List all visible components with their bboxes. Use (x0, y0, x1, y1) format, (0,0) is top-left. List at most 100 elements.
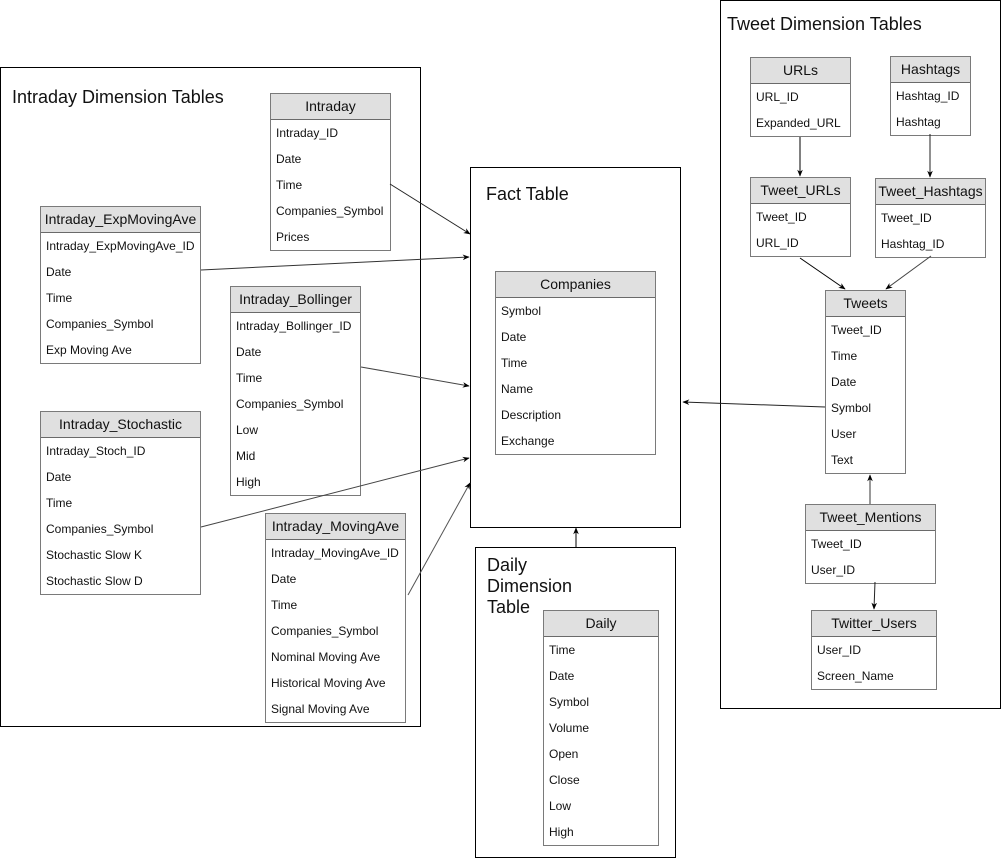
table-field-row[interactable]: Intraday_MovingAve_ID (266, 540, 405, 566)
table-field-row[interactable]: Signal Moving Ave (266, 696, 405, 722)
table-field-row[interactable]: Description (496, 402, 655, 428)
table-field-row[interactable]: Companies_Symbol (41, 516, 200, 542)
table-field-row[interactable]: Low (231, 417, 360, 443)
table-field-row[interactable]: Intraday_ExpMovingAve_ID (41, 233, 200, 259)
table-fields: Intraday_Stoch_ID Date Time Companies_Symbo… (41, 438, 200, 594)
table-field-row[interactable]: Time (496, 350, 655, 376)
table-tweet-hashtags[interactable]: Tweet_Hashtags Tweet_ID Hashtag_ID (875, 178, 986, 258)
table-field-row[interactable]: Time (271, 172, 390, 198)
table-fields: Time Date Symbol Volume Open Close Low High (544, 637, 658, 845)
table-intraday-movingave[interactable]: Intraday_MovingAve Intraday_MovingAve_ID D… (265, 513, 406, 723)
table-field-row[interactable]: Historical Moving Ave (266, 670, 405, 696)
table-header: Intraday_MovingAve (266, 514, 405, 540)
table-field-row[interactable]: Symbol (544, 689, 658, 715)
table-field-row[interactable]: Date (496, 324, 655, 350)
table-urls[interactable]: URLs URL_ID Expanded_URL (750, 57, 851, 137)
table-field-row[interactable]: Date (826, 369, 905, 395)
table-field-row[interactable]: High (544, 819, 658, 845)
table-field-row[interactable]: Name (496, 376, 655, 402)
table-field-row[interactable]: Volume (544, 715, 658, 741)
table-field-row[interactable]: User_ID (806, 557, 935, 583)
table-field-row[interactable]: User (826, 421, 905, 447)
table-field-row[interactable]: Intraday_Bollinger_ID (231, 313, 360, 339)
table-field-row[interactable]: Screen_Name (812, 663, 936, 689)
table-field-row[interactable]: Companies_Symbol (41, 311, 200, 337)
table-field-row[interactable]: Stochastic Slow K (41, 542, 200, 568)
table-field-row[interactable]: URL_ID (751, 230, 850, 256)
table-field-row[interactable]: Companies_Symbol (231, 391, 360, 417)
table-field-row[interactable]: Tweet_ID (806, 531, 935, 557)
table-field-row[interactable]: Time (231, 365, 360, 391)
table-field-row[interactable]: Time (544, 637, 658, 663)
daily-group-title-line-1: Daily (487, 555, 528, 575)
table-intraday-bollinger[interactable]: Intraday_Bollinger Intraday_Bollinger_ID D… (230, 286, 361, 496)
table-field-row[interactable]: Stochastic Slow D (41, 568, 200, 594)
table-field-row[interactable]: Date (231, 339, 360, 365)
table-field-row[interactable]: Intraday_Stoch_ID (41, 438, 200, 464)
table-field-row[interactable]: Date (266, 566, 405, 592)
table-field-row[interactable]: Open (544, 741, 658, 767)
table-field-row[interactable]: Symbol (496, 298, 655, 324)
tweet-group-title: Tweet Dimension Tables (727, 14, 922, 34)
table-header: Intraday_Bollinger (231, 287, 360, 313)
table-fields: Hashtag_ID Hashtag (891, 83, 970, 135)
table-field-row[interactable]: Companies_Symbol (266, 618, 405, 644)
table-fields: Tweet_ID Hashtag_ID (876, 205, 985, 257)
table-field-row[interactable]: Text (826, 447, 905, 473)
table-fields: URL_ID Expanded_URL (751, 84, 850, 136)
table-intraday-expmovingave[interactable]: Intraday_ExpMovingAve Intraday_ExpMovingA… (40, 206, 201, 364)
intraday-group-title: Intraday Dimension Tables (12, 87, 224, 107)
table-tweets[interactable]: Tweets Tweet_ID Time Date Symbol User Text (825, 290, 906, 474)
table-header: Hashtags (891, 57, 970, 83)
table-header: Intraday_Stochastic (41, 412, 200, 438)
table-field-row[interactable]: Symbol (826, 395, 905, 421)
table-header: Tweets (826, 291, 905, 317)
table-field-row[interactable]: Date (544, 663, 658, 689)
table-field-row[interactable]: Mid (231, 443, 360, 469)
table-field-row[interactable]: Tweet_ID (876, 205, 985, 231)
table-field-row[interactable]: Date (41, 464, 200, 490)
table-field-row[interactable]: Companies_Symbol (271, 198, 390, 224)
table-field-row[interactable]: Hashtag (891, 109, 970, 135)
table-tweet-urls[interactable]: Tweet_URLs Tweet_ID URL_ID (750, 177, 851, 257)
table-field-row[interactable]: Tweet_ID (751, 204, 850, 230)
table-field-row[interactable]: Hashtag_ID (876, 231, 985, 257)
table-header: Twitter_Users (812, 611, 936, 637)
table-field-row[interactable]: Time (266, 592, 405, 618)
table-field-row[interactable]: Hashtag_ID (891, 83, 970, 109)
table-field-row[interactable]: High (231, 469, 360, 495)
table-intraday-stochastic[interactable]: Intraday_Stochastic Intraday_Stoch_ID Date… (40, 411, 201, 595)
table-field-row[interactable]: Exp Moving Ave (41, 337, 200, 363)
table-header: Intraday (271, 94, 390, 120)
table-intraday[interactable]: Intraday Intraday_ID Date Time Companies_Sym… (270, 93, 391, 251)
table-field-row[interactable]: User_ID (812, 637, 936, 663)
table-field-row[interactable]: Tweet_ID (826, 317, 905, 343)
table-fields: Tweet_ID Time Date Symbol User Text (826, 317, 905, 473)
table-field-row[interactable]: URL_ID (751, 84, 850, 110)
table-header: Tweet_URLs (751, 178, 850, 204)
table-fields: Intraday_Bollinger_ID Date Time Companies_S… (231, 313, 360, 495)
table-field-row[interactable]: Time (41, 490, 200, 516)
table-twitter-users[interactable]: Twitter_Users User_ID Screen_Name (811, 610, 937, 690)
table-fields: Symbol Date Time Name Description Exchange (496, 298, 655, 454)
table-field-row[interactable]: Nominal Moving Ave (266, 644, 405, 670)
daily-group-title: Daily Dimension Table (487, 555, 572, 618)
table-field-row[interactable]: Time (826, 343, 905, 369)
table-field-row[interactable]: Prices (271, 224, 390, 250)
table-field-row[interactable]: Time (41, 285, 200, 311)
table-field-row[interactable]: Date (41, 259, 200, 285)
table-field-row[interactable]: Expanded_URL (751, 110, 850, 136)
table-field-row[interactable]: Date (271, 146, 390, 172)
table-fields: Intraday_ExpMovingAve_ID Date Time Companie… (41, 233, 200, 363)
table-companies[interactable]: Companies Symbol Date Time Name Description Ex… (495, 271, 656, 455)
table-tweet-mentions[interactable]: Tweet_Mentions Tweet_ID User_ID (805, 504, 936, 584)
table-field-row[interactable]: Low (544, 793, 658, 819)
table-field-row[interactable]: Close (544, 767, 658, 793)
table-field-row[interactable]: Exchange (496, 428, 655, 454)
table-hashtags[interactable]: Hashtags Hashtag_ID Hashtag (890, 56, 971, 136)
table-header: Daily (544, 611, 658, 637)
table-fields: Intraday_ID Date Time Companies_Symbol Price… (271, 120, 390, 250)
table-field-row[interactable]: Intraday_ID (271, 120, 390, 146)
table-daily[interactable]: Daily Time Date Symbol Volume Open Close Low Hig… (543, 610, 659, 846)
table-header: Tweet_Mentions (806, 505, 935, 531)
